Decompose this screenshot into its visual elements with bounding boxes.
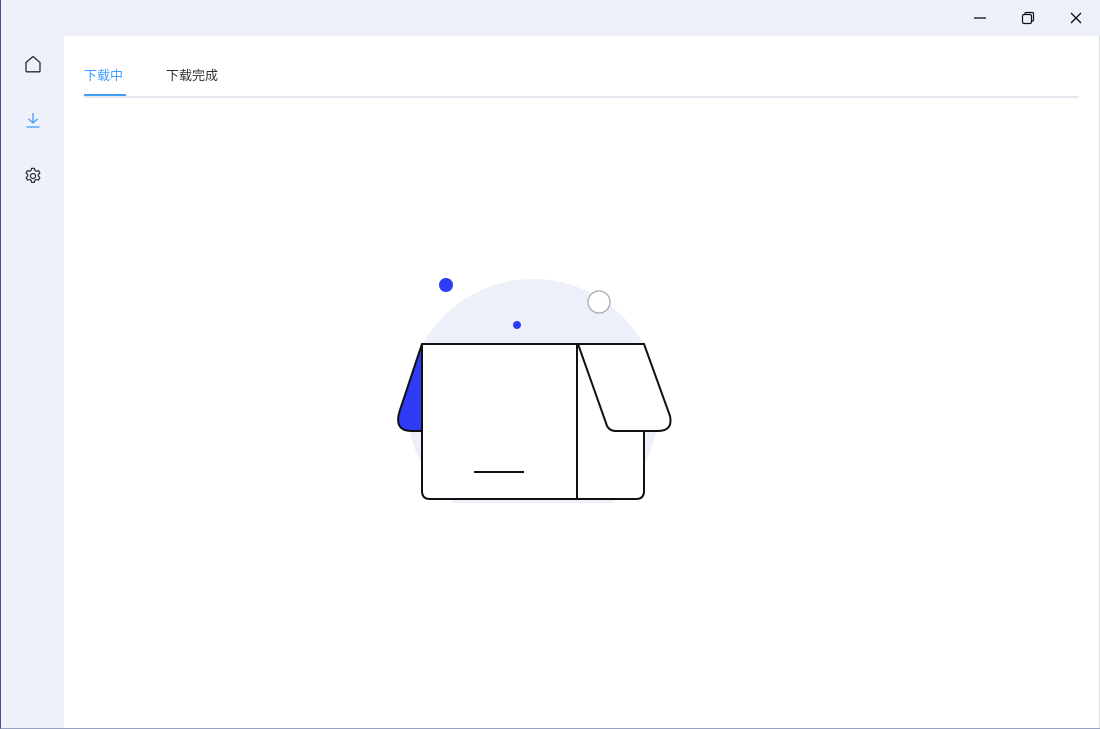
download-icon: [26, 113, 39, 128]
tab-downloading[interactable]: 下载中: [84, 68, 126, 96]
minimize-button[interactable]: [956, 0, 1004, 36]
sidebar-item-download[interactable]: [1, 100, 64, 140]
box-left-flap: [397, 343, 423, 432]
sidebar-item-home[interactable]: [1, 44, 64, 84]
outline-circle: [587, 290, 611, 314]
tab-completed-label: 下载完成: [166, 69, 219, 84]
sidebar-item-settings[interactable]: [1, 156, 64, 196]
tab-completed[interactable]: 下载完成: [166, 68, 218, 86]
active-tab-indicator: [84, 94, 126, 96]
close-button[interactable]: [1052, 0, 1100, 36]
home-icon: [24, 55, 41, 73]
minimize-icon: [974, 17, 986, 19]
app-window: 下载中 下载完成: [0, 0, 1100, 729]
maximize-button[interactable]: [1004, 0, 1052, 36]
tab-bar: 下载中 下载完成: [84, 56, 1079, 98]
main-content: 下载中 下载完成: [64, 36, 1100, 728]
sidebar: [1, 36, 64, 728]
empty-box-illustration: [397, 278, 672, 503]
gear-icon: [25, 167, 40, 183]
small-blue-dot: [513, 321, 521, 329]
tab-downloading-label: 下载中: [84, 69, 124, 84]
close-icon: [1070, 12, 1082, 24]
restore-icon: [1021, 11, 1035, 25]
window-controls: [956, 0, 1100, 36]
large-blue-dot: [439, 278, 453, 292]
